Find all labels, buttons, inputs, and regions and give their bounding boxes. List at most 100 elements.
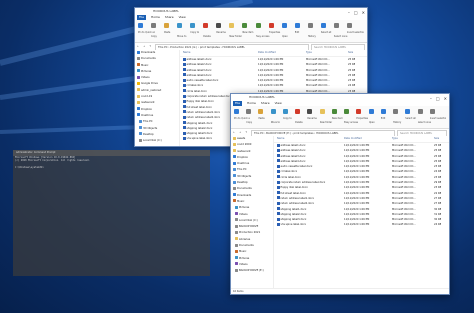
ribbon-new-folder-icon[interactable] (319, 109, 325, 114)
folder-icon (235, 262, 238, 266)
folder-icon (137, 63, 140, 67)
minimize-icon[interactable]: – (430, 95, 432, 102)
column-header-name[interactable]: Name (277, 136, 284, 142)
back-window-titlebar[interactable]: HOOROUS LABEL – □ ✕ (135, 8, 367, 15)
word-doc-icon (183, 115, 186, 119)
ribbon-properties-label: Properties (356, 117, 368, 120)
word-doc-icon (277, 180, 280, 184)
ribbon-select-none-icon[interactable] (333, 23, 339, 28)
file-name-text: address label3.docx (186, 68, 212, 72)
word-doc-icon (183, 105, 186, 109)
column-header-date-modified[interactable]: Date modified (344, 136, 362, 142)
folder-icon (137, 94, 140, 98)
nav-item-label: OneDrive (141, 113, 154, 117)
ribbon-new-folder-icon[interactable] (229, 23, 235, 28)
nav-item[interactable]: Local Disk (C:) (135, 138, 179, 144)
folder-icon (235, 256, 238, 260)
column-header-type[interactable]: Type (392, 136, 398, 142)
forward-arrow-icon[interactable]: → (239, 129, 241, 136)
file-name-text: cd label.docx (280, 170, 298, 174)
file-name-text: return address label2.docx (186, 116, 220, 120)
ribbon-move-to-icon[interactable] (177, 23, 183, 28)
ribbon-select-all-icon[interactable] (405, 109, 411, 114)
ribbon-easy-access-icon[interactable] (344, 109, 350, 114)
nav-item-label: Pictures (239, 206, 250, 210)
folder-icon (233, 199, 236, 203)
column-header-date-modified[interactable]: Date modified (258, 50, 276, 56)
ribbon-invert-selection-icon[interactable] (429, 109, 435, 114)
nav-item-label: Music (141, 63, 149, 67)
ribbon-paste-icon[interactable] (164, 23, 170, 28)
close-icon[interactable]: ✕ (362, 9, 365, 16)
ribbon-copy-to-label: Copy to (190, 31, 200, 34)
nav-item-label: Videos (239, 262, 248, 266)
maximize-icon[interactable]: □ (436, 95, 440, 102)
folder-icon (235, 243, 238, 247)
minimize-icon[interactable]: – (348, 9, 350, 16)
ribbon-paste-icon[interactable] (258, 109, 264, 114)
nav-item-label: assets (237, 137, 246, 140)
folder-icon (235, 268, 238, 272)
up-arrow-icon[interactable]: ↑ (245, 129, 247, 136)
ribbon-delete-icon[interactable] (295, 109, 301, 114)
word-doc-icon (183, 126, 186, 130)
ribbon-copy-icon[interactable] (246, 109, 252, 114)
ribbon-copy-icon[interactable] (151, 23, 157, 28)
file-row[interactable]: vhs spine label.docx 11/11/2020 1:06 PM Mi… (274, 222, 449, 227)
ribbon-easy-access-icon[interactable] (255, 23, 261, 28)
ribbon-open-icon[interactable] (368, 109, 374, 114)
command-prompt-output: Microsoft Windows [Version 10.0.19042.80… (13, 156, 210, 170)
file-name-text: cd label.docx (186, 84, 204, 88)
folder-icon (235, 230, 238, 234)
ribbon-properties-icon[interactable] (356, 109, 362, 114)
command-prompt-window[interactable]: Administrator: Command Prompt Microsoft … (13, 150, 210, 276)
ribbon-move-to-icon[interactable] (270, 109, 276, 114)
ribbon-new-item-label: New item (242, 31, 254, 34)
close-icon[interactable]: ✕ (444, 95, 447, 102)
ribbon-rename-icon[interactable] (307, 109, 313, 114)
ribbon-properties-icon[interactable] (268, 23, 274, 28)
ribbon-copy-to-icon[interactable] (282, 109, 288, 114)
file-name-text: audio cassette label.docx (186, 79, 219, 83)
ribbon-history-icon[interactable] (307, 23, 313, 28)
ribbon-rename-icon[interactable] (216, 23, 222, 28)
ribbon-edit-icon[interactable] (294, 23, 300, 28)
front-window-titlebar[interactable]: HOOROUS LABEL – □ ✕ (231, 94, 449, 101)
word-doc-icon (183, 136, 186, 140)
word-doc-icon (183, 62, 186, 66)
word-doc-icon (183, 83, 186, 87)
ribbon-new-item-label: New item (331, 117, 343, 120)
ribbon-new-item-icon[interactable] (242, 23, 248, 28)
column-header-size[interactable]: Size (348, 50, 353, 56)
ribbon-edit-icon[interactable] (380, 109, 386, 114)
front-explorer-window: HOOROUS LABEL – □ ✕ File Home Share View Pi… (230, 93, 450, 295)
column-header-size[interactable]: Size (434, 136, 439, 142)
nav-item[interactable]: BACKUP DRIVE (E:) (231, 268, 273, 274)
ribbon-select-all-label: Select all (405, 117, 416, 120)
ribbon-select-none-icon[interactable] (417, 109, 423, 114)
file-name-text: shipping label2.docx (186, 126, 213, 130)
file-date: 11/11/2020 1:06 PM (344, 223, 370, 227)
ribbon-open-icon[interactable] (281, 23, 287, 28)
nav-item-label: Music (237, 199, 245, 203)
ribbon-new-folder-label: New folder (319, 121, 333, 124)
ribbon-new-item-icon[interactable] (331, 109, 337, 114)
ribbon-invert-selection-icon[interactable] (346, 23, 352, 28)
file-name: vhs spine label.docx (277, 222, 342, 227)
ribbon-copy-to-icon[interactable] (190, 23, 196, 28)
ribbon-history-icon[interactable] (393, 109, 399, 114)
ribbon-pin-to-quick-access-icon[interactable] (234, 109, 239, 114)
ribbon-pin-to-quick-access-icon[interactable] (138, 23, 143, 28)
up-arrow-icon[interactable]: ↑ (149, 43, 151, 50)
ribbon-delete-icon[interactable] (203, 23, 209, 28)
column-header-type[interactable]: Type (306, 50, 312, 56)
maximize-icon[interactable]: □ (354, 9, 358, 16)
forward-arrow-icon[interactable]: → (143, 43, 145, 50)
column-header-name[interactable]: Name (183, 50, 190, 56)
ribbon-select-all-icon[interactable] (320, 23, 326, 28)
back-arrow-icon[interactable]: ← (233, 129, 235, 136)
back-arrow-icon[interactable]: ← (137, 43, 139, 50)
ribbon-invert-selection-label: Invert selection (429, 117, 446, 120)
ribbon-history-label: History (393, 121, 402, 124)
folder-icon (233, 180, 236, 184)
